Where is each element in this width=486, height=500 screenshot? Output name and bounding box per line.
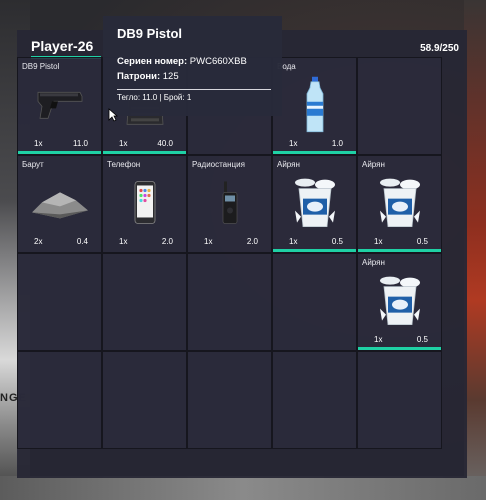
inventory-slot[interactable]: DB9 Pistol 1x 11.0 [17, 57, 102, 155]
slot-durability-bar [358, 347, 441, 350]
tooltip-serial-row: Сериен номер: PWC660XBB [117, 56, 247, 67]
inventory-slot[interactable]: Айрян 1x 0.5 [357, 253, 442, 351]
inventory-slot-empty[interactable] [357, 351, 442, 449]
inventory-slot[interactable]: Барут 2x 0.4 [17, 155, 102, 253]
inventory-slot-empty[interactable] [357, 57, 442, 155]
tooltip-serial-value: PWC660XBB [189, 56, 247, 67]
inventory-slot-empty[interactable] [272, 351, 357, 449]
inventory-slot-empty[interactable] [272, 253, 357, 351]
slot-quantity: 2x [34, 237, 43, 246]
slot-label: Телефон [107, 160, 141, 169]
slot-label: Айрян [362, 160, 385, 169]
background-right [464, 0, 486, 500]
tooltip-ammo-label: Патрони: [117, 71, 161, 82]
inventory-slot-empty[interactable] [102, 253, 187, 351]
slot-durability-bar [273, 151, 356, 154]
slot-label: Барут [22, 160, 44, 169]
slot-weight: 2.0 [161, 237, 173, 246]
slot-label: DB9 Pistol [22, 62, 60, 71]
slot-weight: 0.5 [416, 335, 428, 344]
inventory-slot[interactable]: Айрян 1x 0.5 [357, 155, 442, 253]
inventory-slot-empty[interactable] [102, 351, 187, 449]
inventory-slot-empty[interactable] [17, 351, 102, 449]
phone-icon [134, 180, 156, 229]
inventory-slot[interactable]: Телефон 1x 2.0 [102, 155, 187, 253]
player-name: Player-26 [31, 38, 94, 54]
mouse-cursor-icon [108, 108, 119, 127]
slot-quantity: 1x [289, 237, 298, 246]
radio-icon [221, 180, 239, 229]
inventory-slot-empty[interactable] [187, 351, 272, 449]
slot-quantity: 1x [204, 237, 213, 246]
pistol-icon [34, 86, 86, 127]
slot-weight: 0.4 [76, 237, 88, 246]
slot-quantity: 1x [289, 139, 298, 148]
inventory-weight: 58.9/250 [420, 43, 459, 54]
inventory-slot-empty[interactable] [17, 253, 102, 351]
slot-weight: 2.0 [246, 237, 258, 246]
slot-weight: 0.5 [416, 237, 428, 246]
slot-durability-bar [18, 151, 101, 154]
slot-weight: 0.5 [331, 237, 343, 246]
inventory-slot-empty[interactable] [187, 253, 272, 351]
slot-quantity: 1x [119, 237, 128, 246]
tooltip-ammo-value: 125 [162, 71, 179, 82]
slot-durability-bar [358, 249, 441, 252]
slot-quantity: 1x [374, 237, 383, 246]
slot-quantity: 1x [34, 139, 43, 148]
inventory-slot[interactable]: Айрян 1x 0.5 [272, 155, 357, 253]
inventory-slot[interactable]: Вода 1x 1.0 [272, 57, 357, 155]
slot-weight: 11.0 [73, 139, 88, 148]
tooltip-ammo-row: Патрони: 125 [117, 71, 179, 82]
slot-label: Радиостанция [192, 160, 245, 169]
ayran-cup-icon [291, 177, 339, 234]
inventory-slot[interactable]: Радиостанция 1x 2.0 [187, 155, 272, 253]
slot-durability-bar [273, 249, 356, 252]
item-tooltip: DB9 Pistol Сериен номер: PWC660XBB Патро… [103, 16, 282, 116]
background-bottom [0, 476, 486, 500]
tooltip-separator [117, 89, 271, 90]
water-bottle-icon [303, 76, 327, 139]
slot-weight: 40.0 [157, 139, 173, 148]
slot-quantity: 1x [374, 335, 383, 344]
tooltip-footer: Тегло: 11.0 | Брой: 1 [117, 93, 192, 102]
slot-quantity: 1x [119, 139, 128, 148]
ayran-cup-icon [376, 275, 424, 332]
tooltip-serial-label: Сериен номер: [117, 56, 188, 67]
slot-label: Айрян [362, 258, 385, 267]
slot-durability-bar [103, 151, 186, 154]
slot-weight: 1.0 [331, 139, 343, 148]
tooltip-title: DB9 Pistol [117, 26, 183, 41]
slot-label: Айрян [277, 160, 300, 169]
ayran-cup-icon [376, 177, 424, 234]
gunpowder-icon [30, 184, 90, 225]
